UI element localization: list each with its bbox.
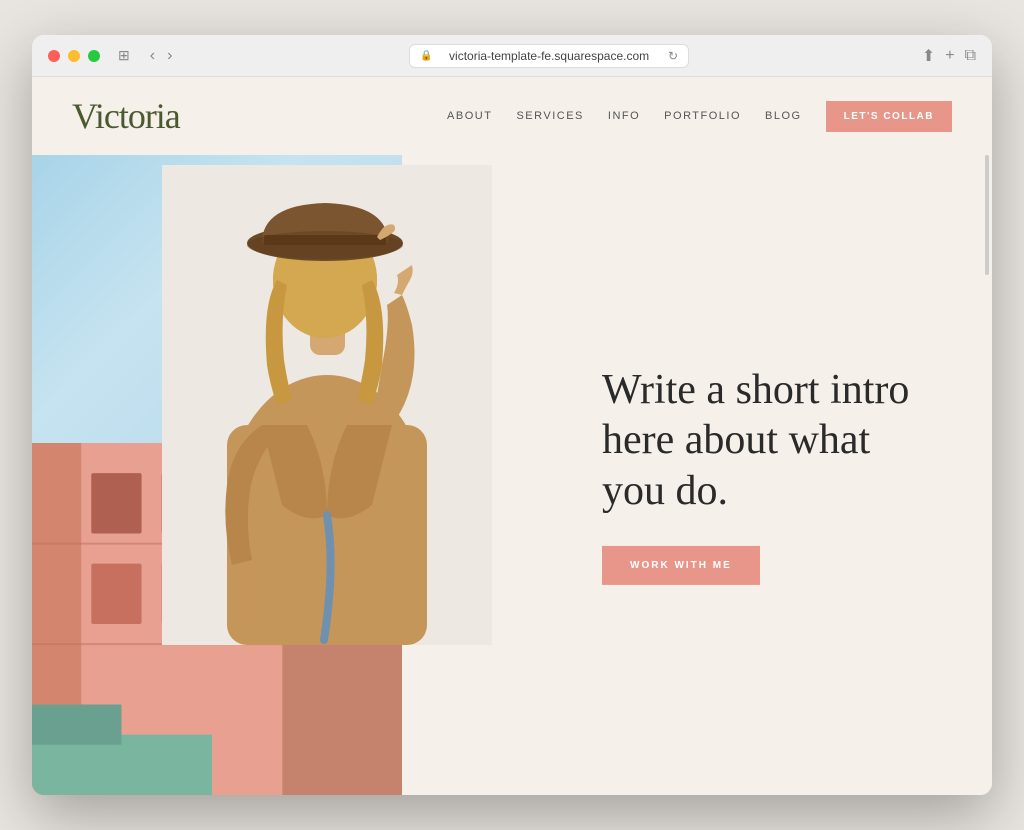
nav-portfolio[interactable]: PORTFOLIO	[664, 110, 741, 122]
website-content: Victoria ABOUT SERVICES INFO PORTFOLIO B…	[32, 77, 992, 795]
nav-info[interactable]: INFO	[608, 110, 640, 122]
url-text: victoria-template-fe.squarespace.com	[449, 49, 649, 63]
site-header: Victoria ABOUT SERVICES INFO PORTFOLIO B…	[32, 77, 992, 155]
nav-buttons: ‹ ›	[146, 45, 177, 67]
reload-icon[interactable]: ↻	[668, 49, 678, 63]
lets-collab-button[interactable]: LET'S COLLAB	[826, 101, 952, 132]
titlebar: ⊞ ‹ › 🔒 victoria-template-fe.squarespace…	[32, 35, 992, 77]
forward-button[interactable]: ›	[163, 45, 176, 67]
url-field[interactable]: 🔒 victoria-template-fe.squarespace.com ↻	[409, 44, 689, 68]
windows-icon[interactable]: ⧉	[965, 47, 976, 65]
hero-headline: Write a short intro here about what you …	[602, 365, 942, 516]
window-controls	[48, 50, 100, 62]
sidebar-toggle-icon[interactable]: ⊞	[118, 47, 130, 64]
share-icon[interactable]: ⬆	[922, 46, 935, 66]
nav-services[interactable]: SERVICES	[516, 110, 583, 122]
address-bar[interactable]: 🔒 victoria-template-fe.squarespace.com ↻	[184, 44, 913, 68]
back-button[interactable]: ‹	[146, 45, 159, 67]
person-svg	[162, 165, 492, 645]
nav-blog[interactable]: BLOG	[765, 110, 802, 122]
site-nav: ABOUT SERVICES INFO PORTFOLIO BLOG LET'S…	[447, 101, 952, 132]
new-tab-icon[interactable]: +	[945, 47, 954, 65]
lock-icon: 🔒	[420, 50, 432, 61]
work-with-me-button[interactable]: WORK WITH ME	[602, 546, 760, 585]
hero-text-block: Write a short intro here about what you …	[602, 365, 942, 585]
scrollbar[interactable]	[982, 155, 990, 795]
close-button[interactable]	[48, 50, 60, 62]
nav-about[interactable]: ABOUT	[447, 110, 492, 122]
hero-photo	[162, 165, 492, 645]
browser-controls-right: ⬆ + ⧉	[922, 46, 976, 66]
mac-window: ⊞ ‹ › 🔒 victoria-template-fe.squarespace…	[32, 35, 992, 795]
hero-section: Write a short intro here about what you …	[32, 155, 992, 795]
scrollbar-thumb[interactable]	[985, 155, 989, 275]
site-logo[interactable]: Victoria	[72, 95, 180, 137]
minimize-button[interactable]	[68, 50, 80, 62]
maximize-button[interactable]	[88, 50, 100, 62]
